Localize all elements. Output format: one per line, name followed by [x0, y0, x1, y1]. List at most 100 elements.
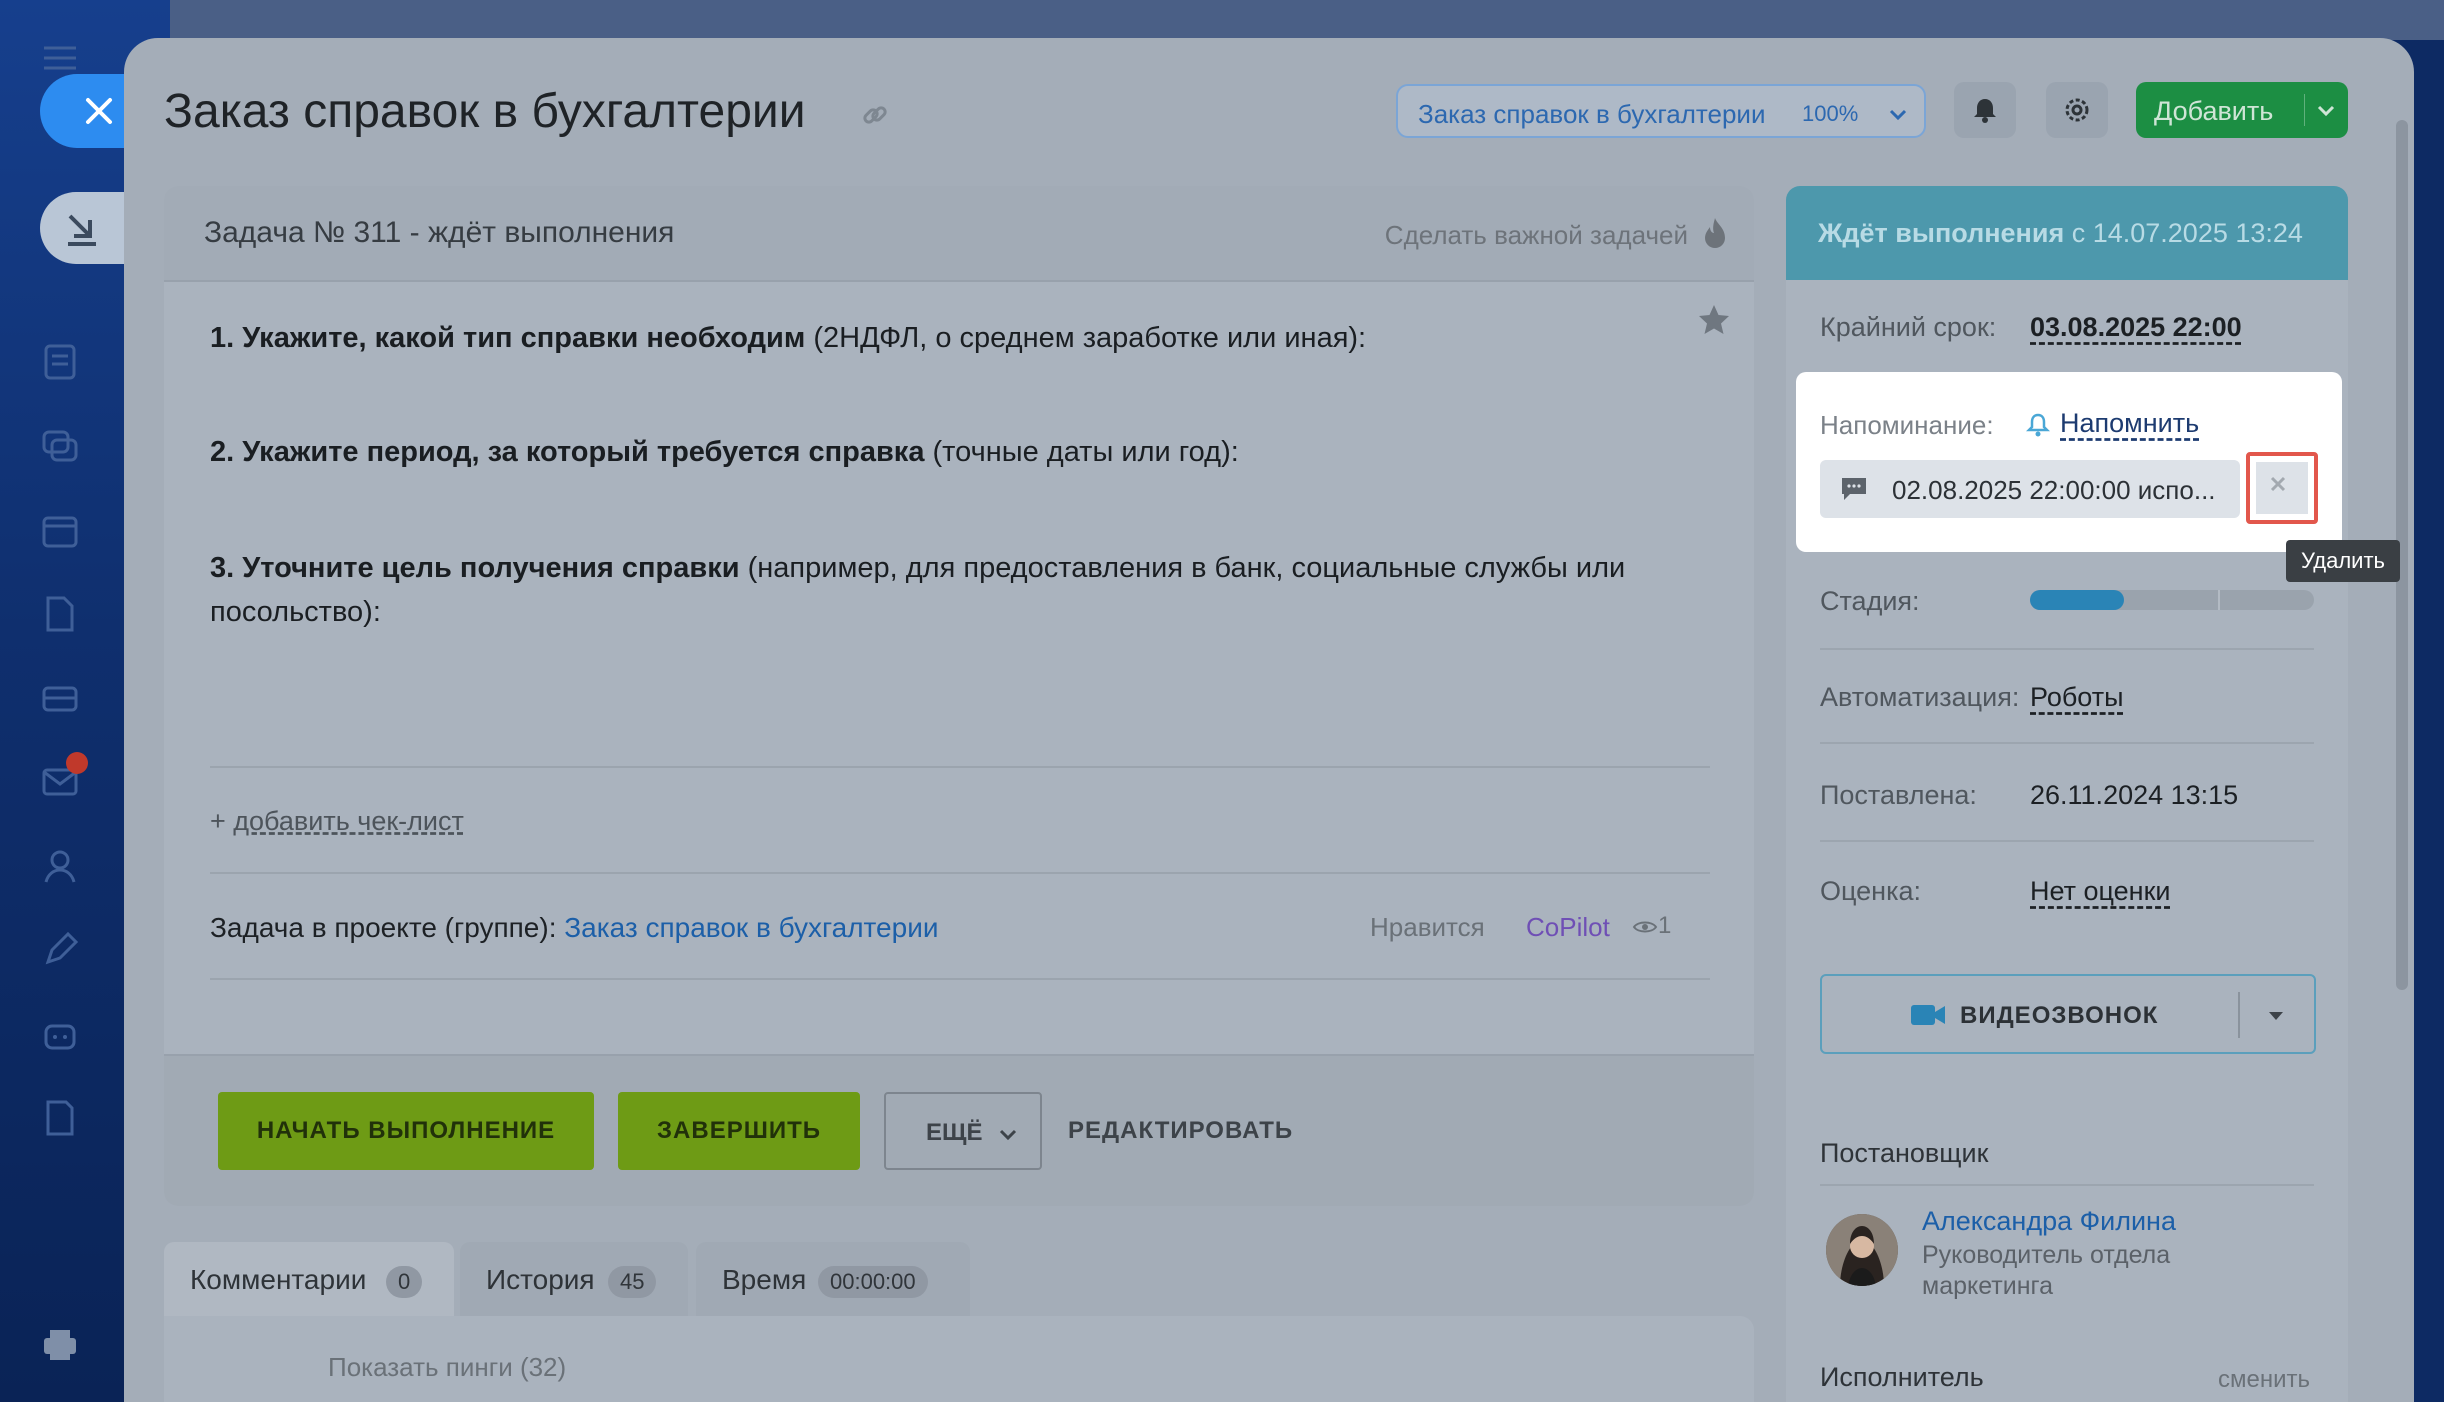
chevron-down-icon[interactable]	[2314, 98, 2338, 122]
creator-heading: Постановщик	[1820, 1138, 1989, 1168]
delete-reminder-button[interactable]	[2246, 452, 2318, 524]
video-call-divider	[2238, 992, 2240, 1038]
message-icon	[1842, 478, 1866, 500]
caret-down-icon[interactable]	[2266, 1006, 2286, 1026]
views-counter: 1	[1632, 912, 1671, 940]
background-page	[170, 0, 2444, 40]
gear-icon	[2065, 98, 2089, 122]
rating-value[interactable]: Нет оценки	[2030, 876, 2170, 907]
divider	[1820, 742, 2314, 744]
more-button-label: ЕЩЁ	[926, 1119, 983, 1146]
video-call-label: ВИДЕОЗВОНОК	[1960, 1002, 2159, 1029]
task-heading: Задача № 311 - ждёт выполнения	[204, 216, 675, 249]
chat-icon[interactable]	[38, 424, 82, 468]
add-button[interactable]: Добавить	[2136, 82, 2348, 138]
change-assignee-link[interactable]: сменить	[2218, 1366, 2310, 1394]
bell-icon	[1974, 99, 1996, 123]
stage-divider	[2218, 590, 2220, 610]
settings-button[interactable]	[2046, 82, 2108, 138]
notifications-button[interactable]	[1954, 82, 2016, 138]
chevron-down-icon	[999, 1129, 1017, 1141]
creator-name[interactable]: Александра Филина	[1922, 1206, 2176, 1237]
add-button-label: Добавить	[2154, 96, 2274, 126]
mail-badge	[66, 752, 88, 774]
start-button[interactable]: НАЧАТЬ ВЫПОЛНЕНИЕ	[218, 1092, 594, 1170]
copilot-button[interactable]: CoPilot	[1526, 912, 1610, 943]
avatar-portrait	[1826, 1214, 1898, 1286]
bell-icon	[2026, 413, 2050, 437]
users-icon[interactable]	[38, 844, 82, 888]
page-title: Заказ справок в бухгалтерии	[164, 85, 806, 138]
documents-icon[interactable]	[38, 340, 82, 384]
task-card-header: Задача № 311 - ждёт выполнения Сделать в…	[164, 186, 1754, 282]
video-call-button[interactable]: ВИДЕОЗВОНОК	[1820, 974, 2316, 1054]
tab-count: 45	[608, 1266, 657, 1298]
finish-button[interactable]: ЗАВЕРШИТЬ	[618, 1092, 860, 1170]
close-icon	[86, 98, 112, 124]
divider	[210, 872, 1710, 874]
project-select[interactable]: Заказ справок в бухгалтерии 100%	[1396, 84, 1926, 138]
eye-icon	[1632, 921, 1658, 933]
tab-comments[interactable]: Комментарии 0	[164, 1242, 454, 1316]
tab-history[interactable]: История 45	[460, 1242, 688, 1316]
deadline-value[interactable]: 03.08.2025 22:00	[2030, 312, 2242, 343]
show-pings-link[interactable]: Показать пинги (32)	[328, 1352, 566, 1383]
robot-icon[interactable]	[38, 1012, 82, 1056]
status-text: Ждёт выполнения с 14.07.2025 13:24	[1818, 218, 2303, 248]
calendar-icon[interactable]	[38, 508, 82, 552]
divider	[1820, 840, 2314, 842]
collapse-arrow-icon	[68, 214, 96, 246]
video-camera-icon	[1911, 1005, 1945, 1025]
divider	[210, 978, 1710, 980]
description-item: 2. Укажите период, за который требуется …	[210, 436, 1239, 468]
avatar[interactable]	[1826, 1214, 1898, 1286]
pen-icon[interactable]	[38, 928, 82, 972]
close-icon	[2270, 476, 2286, 492]
add-checklist-label: добавить чек-лист	[233, 806, 464, 836]
storage-icon[interactable]	[38, 676, 82, 720]
tab-time[interactable]: Время 00:00:00	[696, 1242, 970, 1316]
tab-label: Комментарии	[190, 1264, 367, 1295]
make-important-link[interactable]: Сделать важной задачей	[1385, 220, 1688, 251]
project-label: Задача в проекте (группе):	[210, 912, 557, 943]
reminder-label: Напоминание:	[1820, 410, 1994, 440]
copy-link-icon[interactable]	[860, 100, 890, 130]
like-button[interactable]: Нравится	[1370, 912, 1485, 943]
tab-label: Время	[722, 1264, 807, 1295]
stage-progress-fill	[2030, 590, 2124, 610]
reminder-item[interactable]: 02.08.2025 22:00:00 испо...	[1820, 460, 2240, 518]
robots-link[interactable]: Роботы	[2030, 682, 2124, 713]
divider	[1820, 648, 2314, 650]
project-select-label: Заказ справок в бухгалтерии	[1418, 99, 1766, 129]
delete-tooltip: Удалить	[2286, 540, 2400, 582]
add-button-divider	[2304, 94, 2305, 126]
creator-role: Руководитель отдела маркетинга	[1922, 1241, 2171, 1300]
divider	[210, 766, 1710, 768]
divider	[1820, 1184, 2314, 1186]
automation-label: Автоматизация:	[1820, 682, 2020, 712]
file-icon[interactable]	[38, 592, 82, 636]
add-checklist-link[interactable]: + добавить чек-лист	[210, 806, 464, 837]
description-item: 3. Уточните цель получения справки (напр…	[210, 552, 1626, 628]
task-project-line: Задача в проекте (группе): Заказ справок…	[210, 912, 938, 944]
project-select-percent: 100%	[1802, 101, 1859, 126]
edit-doc-icon[interactable]	[38, 1096, 82, 1140]
more-button[interactable]: ЕЩЁ	[884, 1092, 1042, 1170]
print-icon[interactable]	[38, 1322, 82, 1366]
stage-label: Стадия:	[1820, 586, 1920, 616]
created-label: Поставлена:	[1820, 780, 1977, 810]
rating-label: Оценка:	[1820, 876, 1922, 906]
edit-button[interactable]: РЕДАКТИРОВАТЬ	[1068, 1117, 1293, 1145]
stage-progress[interactable]	[2030, 590, 2314, 610]
project-link[interactable]: Заказ справок в бухгалтерии	[564, 912, 938, 943]
flame-icon[interactable]	[1700, 216, 1730, 250]
tab-count: 00:00:00	[818, 1266, 928, 1298]
status-bar: Ждёт выполнения с 14.07.2025 13:24	[1786, 186, 2348, 280]
reminder-section: Напоминание: Напомнить 02.08.2025 22:00:…	[1796, 372, 2342, 552]
chevron-down-icon	[1889, 109, 1907, 121]
deadline-label: Крайний срок:	[1820, 312, 1997, 342]
reminder-item-text: 02.08.2025 22:00:00 испо...	[1892, 475, 2216, 505]
assignee-heading: Исполнитель	[1820, 1362, 1984, 1392]
remind-link[interactable]: Напомнить	[2060, 408, 2199, 439]
description-item: 1. Укажите, какой тип справки необходим …	[210, 322, 1367, 354]
